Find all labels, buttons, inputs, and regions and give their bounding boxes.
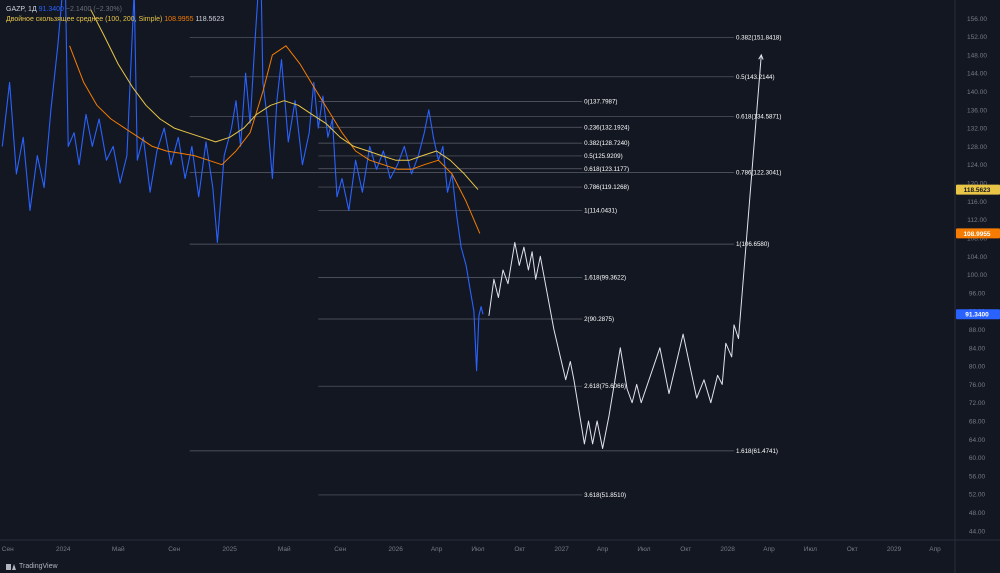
price-tick-label: 76.00 (969, 382, 986, 389)
price-badge-label: 108.9955 (963, 231, 990, 238)
legend-ma-row: Двойное скользящее среднее (100, 200, Si… (6, 15, 224, 25)
price-tick-label: 136.00 (967, 107, 987, 114)
price-tick-label: 56.00 (969, 473, 986, 480)
legend-symbol-row: GAZP, 1Д 91.3400 −2.1400 (−2.30%) (6, 5, 224, 15)
time-tick-label: Апр (597, 546, 609, 553)
price-tick-label: 104.00 (967, 254, 987, 261)
time-tick-label: Май (278, 545, 291, 553)
price-chart[interactable]: 0.382(151.8418) 0.5(143.2144) 0(137.7987) 0… (0, 0, 1000, 573)
time-tick-label: 2027 (554, 546, 569, 553)
fib-level-label: 0.618(123.1177) (584, 166, 629, 173)
time-tick-label: 2028 (720, 546, 735, 553)
price-tick-label: 144.00 (967, 71, 987, 78)
price-tick-label: 64.00 (969, 437, 986, 444)
fib-level-label: 2.618(75.6066) (584, 383, 626, 390)
time-tick-label: Апр (763, 546, 775, 553)
tradingview-logo-text: TradingView (19, 563, 58, 570)
price-tick-label: 44.00 (969, 528, 986, 535)
price-tick-label: 132.00 (967, 126, 987, 133)
legend-change: −2.1400 (−2.30%) (65, 6, 122, 13)
price-badge-label: 118.5623 (964, 187, 991, 194)
chart-legend: GAZP, 1Д 91.3400 −2.1400 (−2.30%) Двойно… (6, 5, 224, 25)
price-tick-label: 72.00 (969, 400, 986, 407)
price-tick-label: 88.00 (969, 327, 986, 334)
legend-ma1-value: 108.9955 (164, 16, 194, 23)
price-tick-label: 80.00 (969, 364, 986, 371)
time-tick-label: Окт (847, 546, 858, 553)
fib-level-label: 1.618(61.4741) (736, 448, 778, 455)
time-tick-label: Апр (431, 546, 443, 553)
time-tick-label: Окт (680, 546, 691, 553)
time-tick-label: Май (112, 545, 125, 553)
legend-ma-title[interactable]: Двойное скользящее среднее (100, 200, Si… (6, 16, 162, 23)
time-tick-label: Сен (334, 546, 346, 553)
fib-level-label: 1.618(99.3622) (584, 274, 626, 281)
price-tick-label: 96.00 (969, 290, 986, 297)
price-tick-label: 116.00 (967, 199, 987, 206)
fib-level-label: 0.382(151.8418) (736, 34, 781, 41)
time-tick-label: 2024 (56, 546, 71, 553)
fib-level-label: 0.236(132.1924) (584, 124, 629, 131)
time-tick-label: 2025 (222, 546, 237, 553)
fib-level-label: 0.5(125.9209) (584, 153, 623, 160)
fib-level-label: 1(106.6580) (736, 241, 769, 248)
price-tick-label: 68.00 (969, 419, 986, 426)
time-tick-label: Окт (514, 546, 525, 553)
price-tick-label: 124.00 (967, 162, 987, 169)
time-tick-label: Сен (168, 546, 180, 553)
price-tick-label: 156.00 (967, 16, 987, 23)
time-tick-label: 2026 (388, 546, 403, 553)
price-tick-label: 152.00 (967, 34, 987, 41)
price-tick-label: 52.00 (969, 492, 986, 499)
legend-symbol[interactable]: GAZP, 1Д (6, 6, 37, 13)
price-tick-label: 140.00 (967, 89, 987, 96)
time-tick-label: Июл (637, 546, 650, 553)
price-badge-label: 91.3400 (965, 312, 989, 319)
fib-level-label: 3.618(51.8510) (584, 492, 626, 499)
tradingview-logo[interactable]: TradingView (6, 563, 58, 570)
fib-level-label: 0.382(128.7240) (584, 140, 629, 147)
time-tick-label: Июл (804, 546, 817, 553)
price-tick-label: 48.00 (969, 510, 986, 517)
time-tick-label: Апр (929, 546, 941, 553)
price-tick-label: 128.00 (967, 144, 987, 151)
fib-level-label: 2(90.2875) (584, 316, 614, 323)
legend-price: 91.3400 (38, 6, 64, 13)
price-tick-label: 84.00 (969, 345, 986, 352)
price-tick-label: 100.00 (967, 272, 987, 279)
price-tick-label: 60.00 (969, 455, 986, 462)
fib-level-label: 0(137.7987) (584, 99, 617, 106)
fib-level-label: 0.5(143.2144) (736, 74, 775, 81)
tradingview-logo-icon (6, 563, 16, 570)
fib-level-label: 0.786(119.1268) (584, 184, 629, 191)
fib-level-label: 1(114.0431) (584, 207, 617, 214)
price-tick-label: 148.00 (967, 52, 987, 59)
fib-level-label: 0.786(122.3041) (736, 170, 781, 177)
price-tick-label: 112.00 (967, 217, 987, 224)
time-tick-label: Июл (471, 546, 484, 553)
time-tick-label: Сен (2, 546, 14, 553)
time-tick-label: 2029 (887, 546, 902, 553)
fib-level-label: 0.618(134.5871) (736, 113, 781, 120)
legend-ma2-value: 118.5623 (195, 16, 225, 23)
